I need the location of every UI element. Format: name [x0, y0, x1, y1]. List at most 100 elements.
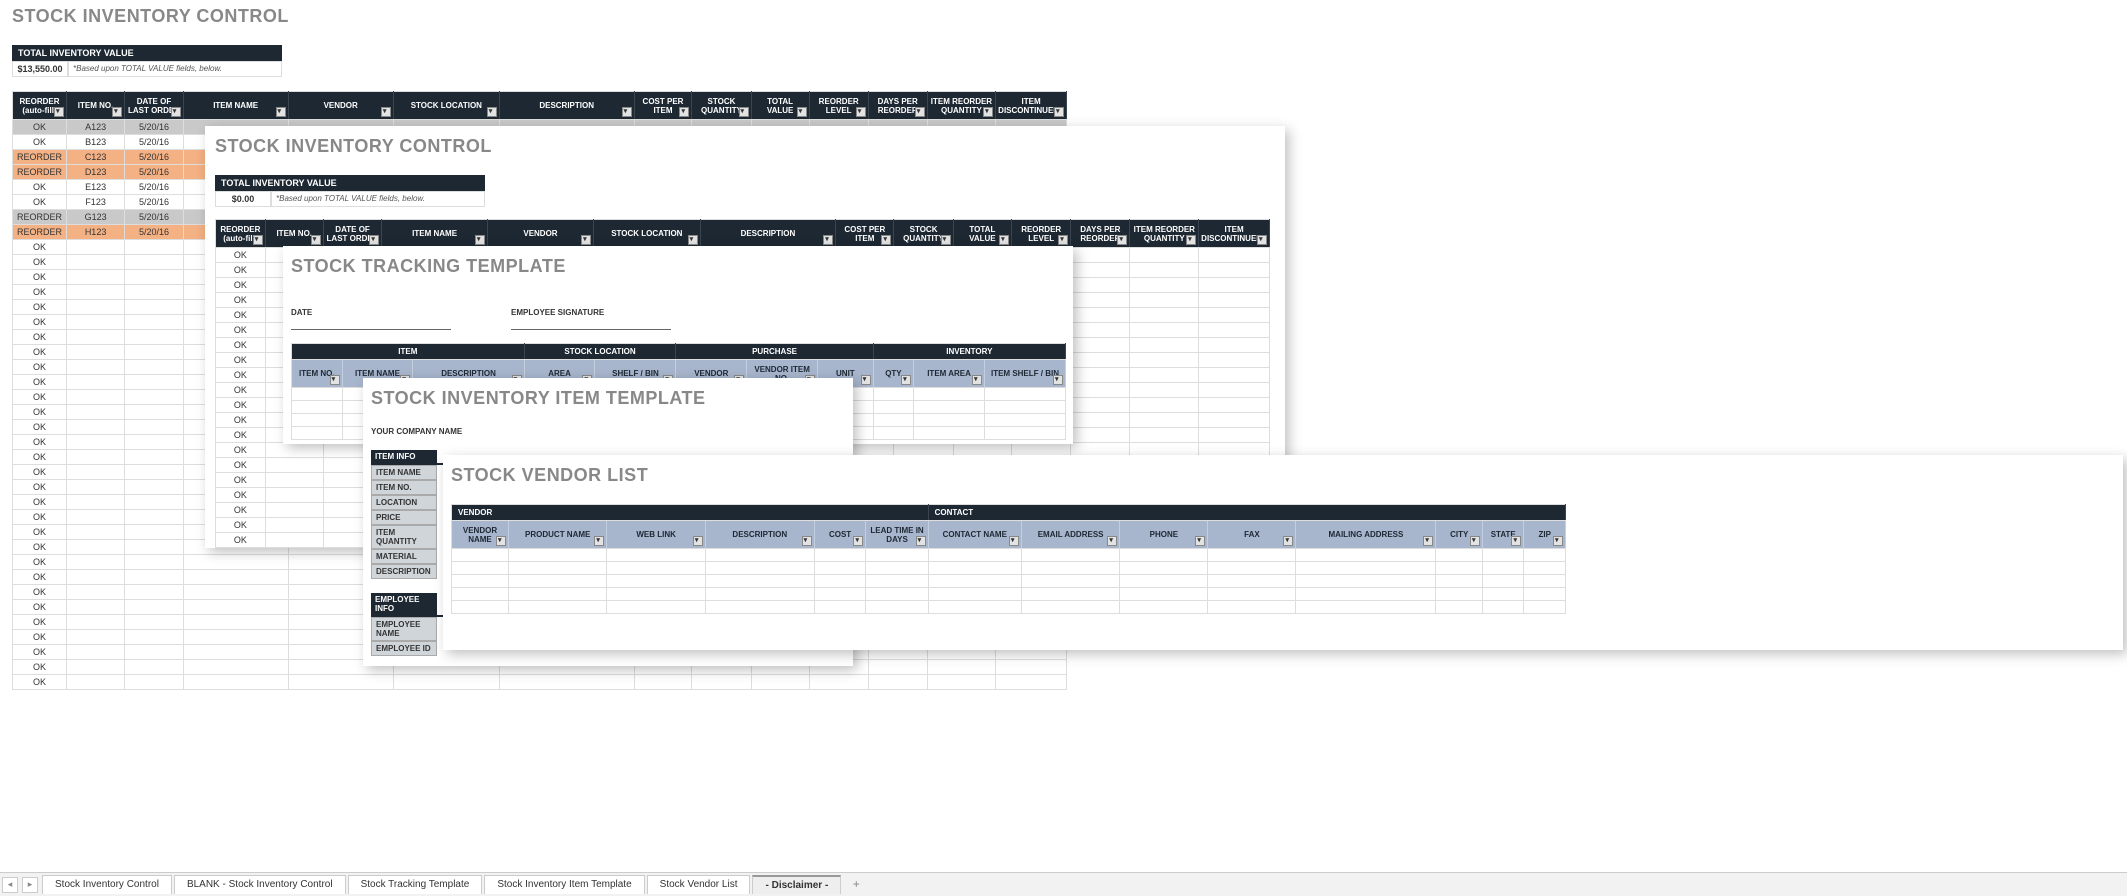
col-header[interactable]: ITEM NO.: [67, 92, 125, 120]
filter-icon[interactable]: [916, 536, 926, 546]
filter-icon[interactable]: [330, 375, 340, 385]
filter-icon[interactable]: [861, 375, 871, 385]
sheet-tab[interactable]: Stock Inventory Control: [42, 875, 172, 894]
col-header[interactable]: REORDER LEVEL: [809, 92, 868, 120]
sheet-tab[interactable]: Stock Vendor List: [647, 875, 751, 894]
col-header[interactable]: CONTACT NAME: [928, 521, 1021, 549]
filter-icon[interactable]: [1470, 536, 1480, 546]
col-header[interactable]: DAYS PER REORDER: [868, 92, 927, 120]
filter-icon[interactable]: [1117, 235, 1127, 245]
filter-icon[interactable]: [1186, 235, 1196, 245]
col-header[interactable]: DESCRIPTION: [499, 92, 634, 120]
filter-icon[interactable]: [1053, 375, 1063, 385]
filter-icon[interactable]: [1257, 235, 1267, 245]
col-header[interactable]: VENDOR: [288, 92, 393, 120]
col-header[interactable]: COST: [814, 521, 866, 549]
filter-icon[interactable]: [1195, 536, 1205, 546]
sheet-tab[interactable]: - Disclaimer -: [752, 875, 841, 894]
filter-icon[interactable]: [739, 107, 749, 117]
col-header[interactable]: DATE OF LAST ORDER: [323, 220, 382, 248]
col-header[interactable]: ITEM NO.: [292, 360, 343, 388]
col-header[interactable]: VENDOR: [487, 220, 593, 248]
col-header[interactable]: DATE OF LAST ORDER: [125, 92, 184, 120]
filter-icon[interactable]: [1283, 536, 1293, 546]
filter-icon[interactable]: [972, 375, 982, 385]
filter-icon[interactable]: [1553, 536, 1563, 546]
col-header[interactable]: ITEM NAME: [183, 92, 288, 120]
sheet-tab[interactable]: Stock Tracking Template: [348, 875, 483, 894]
table-row[interactable]: [452, 588, 1566, 601]
filter-icon[interactable]: [112, 107, 122, 117]
col-header[interactable]: EMAIL ADDRESS: [1021, 521, 1119, 549]
col-header[interactable]: ITEM NO.: [265, 220, 323, 248]
filter-icon[interactable]: [594, 536, 604, 546]
col-header[interactable]: DAYS PER REORDER: [1071, 220, 1130, 248]
filter-icon[interactable]: [901, 375, 911, 385]
filter-icon[interactable]: [853, 536, 863, 546]
col-header[interactable]: STOCK LOCATION: [594, 220, 701, 248]
filter-icon[interactable]: [581, 235, 591, 245]
col-header[interactable]: ITEM SHELF / BIN: [984, 360, 1065, 388]
col-header[interactable]: ZIP: [1524, 521, 1566, 549]
filter-icon[interactable]: [276, 107, 286, 117]
col-header[interactable]: LEAD TIME IN DAYS: [866, 521, 928, 549]
filter-icon[interactable]: [999, 235, 1009, 245]
col-header[interactable]: TOTAL VALUE: [953, 220, 1011, 248]
col-header[interactable]: COST PER ITEM: [836, 220, 894, 248]
filter-icon[interactable]: [941, 235, 951, 245]
table-row[interactable]: [452, 562, 1566, 575]
table-row[interactable]: [452, 575, 1566, 588]
filter-icon[interactable]: [381, 107, 391, 117]
filter-icon[interactable]: [475, 235, 485, 245]
col-header[interactable]: MAILING ADDRESS: [1296, 521, 1436, 549]
table-row[interactable]: OK: [13, 675, 1067, 690]
col-header[interactable]: TOTAL VALUE: [751, 92, 809, 120]
filter-icon[interactable]: [487, 107, 497, 117]
filter-icon[interactable]: [856, 107, 866, 117]
filter-icon[interactable]: [797, 107, 807, 117]
tab-prev-icon[interactable]: ◂: [2, 877, 18, 893]
filter-icon[interactable]: [54, 107, 64, 117]
sheet-tab[interactable]: Stock Inventory Item Template: [484, 875, 644, 894]
col-header[interactable]: ITEM AREA: [914, 360, 985, 388]
col-header[interactable]: VENDOR NAME: [452, 521, 509, 549]
col-header[interactable]: REORDER (auto-fill): [13, 92, 67, 120]
col-header[interactable]: DESCRIPTION: [705, 521, 814, 549]
col-header[interactable]: ITEM DISCONTINUED?: [1199, 220, 1270, 248]
col-header[interactable]: WEB LINK: [607, 521, 705, 549]
new-sheet-icon[interactable]: +: [847, 877, 865, 893]
filter-icon[interactable]: [1058, 235, 1068, 245]
filter-icon[interactable]: [311, 235, 321, 245]
col-header[interactable]: ITEM REORDER QUANTITY: [1130, 220, 1199, 248]
sheet-tab[interactable]: BLANK - Stock Inventory Control: [174, 875, 346, 894]
col-header[interactable]: STATE: [1483, 521, 1524, 549]
filter-icon[interactable]: [1423, 536, 1433, 546]
filter-icon[interactable]: [253, 235, 263, 245]
p3-date-field[interactable]: [291, 318, 451, 330]
col-header[interactable]: PHONE: [1120, 521, 1208, 549]
filter-icon[interactable]: [823, 235, 833, 245]
col-header[interactable]: COST PER ITEM: [634, 92, 692, 120]
filter-icon[interactable]: [679, 107, 689, 117]
tab-next-icon[interactable]: ▸: [22, 877, 38, 893]
filter-icon[interactable]: [171, 107, 181, 117]
col-header[interactable]: PRODUCT NAME: [508, 521, 606, 549]
filter-icon[interactable]: [693, 536, 703, 546]
p3-sig-field[interactable]: [511, 318, 671, 330]
filter-icon[interactable]: [915, 107, 925, 117]
filter-icon[interactable]: [1009, 536, 1019, 546]
col-header[interactable]: STOCK QUANTITY: [894, 220, 953, 248]
col-header[interactable]: DESCRIPTION: [700, 220, 836, 248]
filter-icon[interactable]: [622, 107, 632, 117]
filter-icon[interactable]: [369, 235, 379, 245]
filter-icon[interactable]: [688, 235, 698, 245]
col-header[interactable]: ITEM REORDER QUANTITY: [927, 92, 995, 120]
table-row[interactable]: [452, 601, 1566, 614]
col-header[interactable]: QTY: [873, 360, 913, 388]
filter-icon[interactable]: [496, 536, 506, 546]
col-header[interactable]: ITEM NAME: [382, 220, 488, 248]
col-header[interactable]: ITEM DISCONTINUED?: [996, 92, 1067, 120]
col-header[interactable]: STOCK QUANTITY: [692, 92, 751, 120]
filter-icon[interactable]: [1107, 536, 1117, 546]
filter-icon[interactable]: [881, 235, 891, 245]
